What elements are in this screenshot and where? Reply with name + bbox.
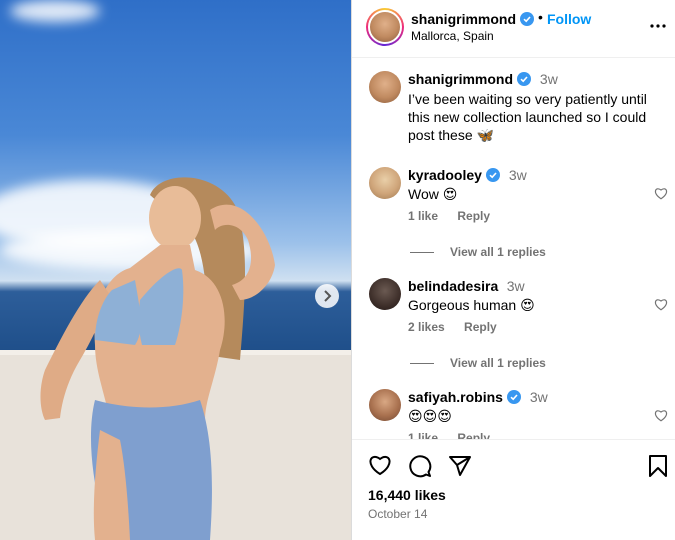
comment-likes[interactable]: 2 likes	[408, 320, 445, 334]
post-location[interactable]: Mallorca, Spain	[411, 29, 494, 43]
comment-body: belindadesira 3w Gorgeous human 😍 2 like…	[408, 278, 658, 334]
verified-badge-icon	[507, 390, 522, 404]
commenter-avatar[interactable]	[369, 389, 401, 421]
replies-line	[410, 362, 434, 364]
comment-username[interactable]: safiyah.robins	[408, 389, 503, 405]
comments-list[interactable]: shanigrimmond 3w I’ve been waiting so ve…	[352, 59, 675, 439]
follow-button[interactable]: Follow	[547, 11, 591, 27]
chevron-right-icon	[324, 290, 332, 302]
view-replies-label: View all 1 replies	[450, 245, 546, 259]
heart-icon[interactable]	[654, 409, 668, 427]
comment-text: Wow 😍	[408, 186, 458, 202]
caption-time: 3w	[539, 71, 558, 87]
author-avatar[interactable]	[366, 8, 404, 46]
commenter-avatar[interactable]	[369, 167, 401, 199]
comment-meta: 1 like Reply	[408, 431, 658, 439]
like-heart-icon[interactable]	[368, 454, 392, 481]
view-replies-button[interactable]: View all 1 replies	[410, 245, 546, 259]
comment-meta: 2 likes Reply	[408, 320, 658, 334]
commenter-avatar[interactable]	[369, 278, 401, 310]
heart-icon[interactable]	[654, 298, 668, 316]
reply-button[interactable]: Reply	[457, 431, 490, 439]
separator-dot: •	[538, 9, 543, 25]
post-date: October 14	[368, 507, 428, 521]
comment-likes[interactable]: 1 like	[408, 209, 438, 223]
comment-text: 😍😍😍	[408, 408, 452, 424]
post-side-panel: shanigrimmond • Follow Mallorca, Spain s…	[351, 0, 675, 540]
verified-badge-icon	[520, 12, 534, 26]
next-photo-button[interactable]	[315, 284, 339, 308]
comment-time: 3w	[508, 167, 527, 183]
comment-text: Gorgeous human 😍	[408, 297, 535, 313]
comment-likes[interactable]: 1 like	[408, 431, 438, 439]
comment-time: 3w	[529, 389, 548, 405]
author-avatar[interactable]	[369, 71, 401, 103]
verified-badge-icon	[517, 72, 532, 86]
comment-icon[interactable]	[408, 454, 432, 483]
replies-line	[410, 251, 434, 253]
verified-badge-icon	[486, 168, 501, 182]
post-photo	[40, 177, 275, 540]
comment-meta: 1 like Reply	[408, 209, 658, 223]
reply-button[interactable]: Reply	[464, 320, 497, 334]
post-header: shanigrimmond • Follow Mallorca, Spain	[352, 0, 675, 58]
caption-username[interactable]: shanigrimmond	[408, 71, 513, 87]
reply-button[interactable]: Reply	[457, 209, 490, 223]
heart-icon[interactable]	[654, 187, 668, 205]
more-options-icon[interactable]	[650, 18, 666, 39]
comment-body: safiyah.robins 3w 😍😍😍 1 like Reply	[408, 389, 658, 439]
post-actions-bar: 16,440 likes October 14	[352, 439, 675, 540]
caption-text: I’ve been waiting so very patiently unti…	[408, 91, 647, 143]
bookmark-icon[interactable]	[648, 454, 668, 483]
share-icon[interactable]	[448, 454, 472, 483]
view-replies-label: View all 1 replies	[450, 356, 546, 370]
post-media[interactable]	[0, 0, 351, 540]
view-replies-button[interactable]: View all 1 replies	[410, 356, 546, 370]
comment-time: 3w	[506, 278, 525, 294]
likes-count[interactable]: 16,440 likes	[368, 487, 446, 503]
author-username[interactable]: shanigrimmond	[411, 11, 516, 27]
caption-body: shanigrimmond 3w I’ve been waiting so ve…	[408, 71, 658, 144]
comment-body: kyradooley 3w Wow 😍 1 like Reply	[408, 167, 658, 223]
comment-username[interactable]: belindadesira	[408, 278, 498, 294]
comment-username[interactable]: kyradooley	[408, 167, 482, 183]
